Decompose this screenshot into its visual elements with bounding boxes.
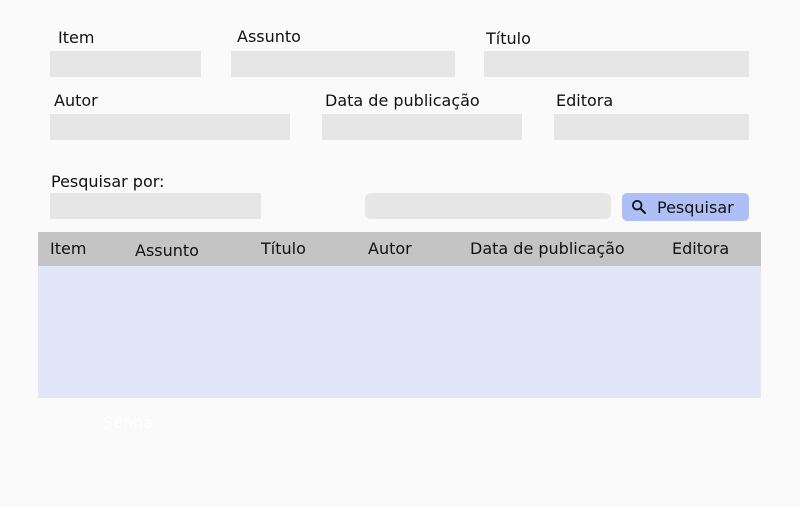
item-field[interactable] (50, 51, 201, 77)
editora-field[interactable] (554, 114, 749, 140)
autor-label: Autor (54, 91, 98, 110)
results-table-body (38, 266, 761, 398)
assunto-label: Assunto (237, 27, 301, 46)
search-query-field[interactable] (365, 193, 611, 219)
column-header-data-publicacao[interactable]: Data de publicação (470, 240, 625, 258)
pesquisar-button[interactable]: Pesquisar (622, 193, 749, 221)
item-label: Item (58, 28, 95, 47)
column-header-autor[interactable]: Autor (368, 240, 412, 258)
hidden-label: Senha (103, 413, 154, 432)
pesquisar-button-label: Pesquisar (657, 197, 734, 217)
column-header-editora[interactable]: Editora (672, 240, 729, 258)
editora-label: Editora (556, 91, 614, 110)
autor-field[interactable] (50, 114, 290, 140)
search-icon (631, 199, 647, 215)
assunto-field[interactable] (231, 51, 455, 77)
titulo-label: Título (486, 29, 531, 48)
column-header-assunto[interactable]: Assunto (135, 242, 199, 260)
results-table-header: Item Assunto Título Autor Data de public… (38, 232, 761, 266)
pesquisar-por-label: Pesquisar por: (51, 172, 165, 191)
column-header-titulo[interactable]: Título (261, 240, 306, 258)
search-by-field[interactable] (50, 193, 261, 219)
data-publicacao-field[interactable] (322, 114, 522, 140)
data-publicacao-label: Data de publicação (325, 91, 480, 110)
column-header-item[interactable]: Item (50, 240, 86, 258)
titulo-field[interactable] (484, 51, 749, 77)
